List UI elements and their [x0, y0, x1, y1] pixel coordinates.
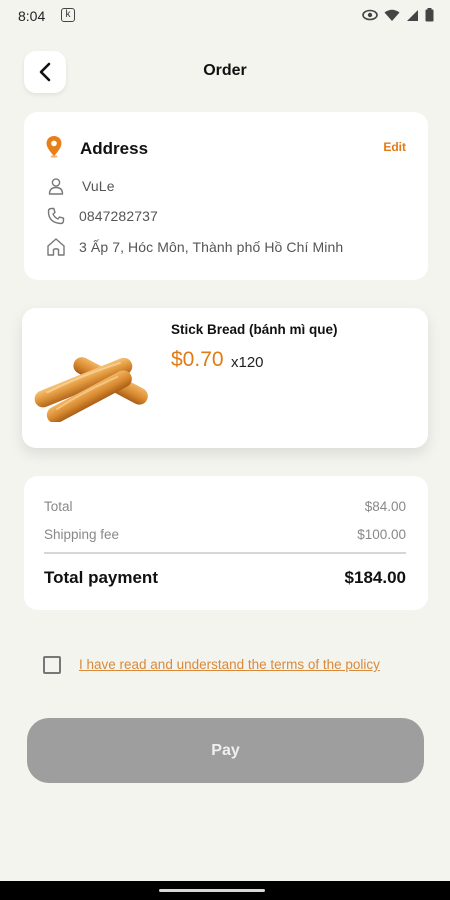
wifi-icon — [384, 9, 400, 21]
system-nav-bar — [0, 881, 450, 900]
terms-checkbox[interactable] — [43, 656, 61, 674]
pay-button[interactable]: Pay — [27, 718, 424, 783]
address-card: Address Edit VuLe 0847282737 3 Ấp 7, Hóc… — [24, 112, 428, 280]
recipient-name: VuLe — [82, 178, 115, 194]
recipient-phone: 0847282737 — [79, 208, 158, 224]
edit-address-button[interactable]: Edit — [383, 140, 406, 154]
address-phone-row: 0847282737 — [46, 205, 158, 227]
product-quantity: x120 — [231, 354, 264, 371]
summary-card: Total $84.00 Shipping fee $100.00 Total … — [24, 476, 428, 610]
home-handle[interactable] — [159, 889, 265, 892]
subtotal-label: Total — [44, 499, 73, 514]
subtotal-value: $84.00 — [364, 499, 406, 514]
location-pin-icon — [46, 136, 62, 158]
recipient-street: 3 Ấp 7, Hóc Môn, Thành phố Hồ Chí Minh — [79, 239, 344, 255]
product-price: $0.70 — [171, 348, 224, 371]
status-time: 8:04 — [18, 8, 46, 24]
bread-image — [34, 357, 148, 422]
person-icon — [46, 176, 66, 196]
notification-k-icon: k — [61, 8, 75, 22]
phone-icon — [46, 206, 66, 226]
summary-divider — [44, 552, 406, 554]
eye-icon — [362, 9, 378, 21]
address-heading: Address — [80, 139, 149, 158]
total-payment-label: Total payment — [44, 568, 158, 587]
shipping-fee-value: $100.00 — [357, 527, 406, 542]
status-icons — [362, 8, 434, 22]
product-name: Stick Bread (bánh mì que) — [171, 322, 338, 337]
battery-icon — [425, 8, 434, 22]
address-street-row: 3 Ấp 7, Hóc Môn, Thành phố Hồ Chí Minh — [46, 236, 343, 258]
product-card[interactable]: Stick Bread (bánh mì que) $0.70 x120 — [22, 308, 428, 448]
shipping-fee-label: Shipping fee — [44, 527, 120, 542]
signal-icon — [407, 9, 418, 21]
home-icon — [46, 237, 66, 257]
total-payment-value: $184.00 — [344, 568, 406, 587]
address-name-row: VuLe — [46, 175, 115, 197]
status-bar: 8:04 k — [0, 0, 450, 34]
terms-policy-link[interactable]: I have read and understand the terms of … — [79, 657, 380, 672]
page-title: Order — [203, 62, 247, 79]
